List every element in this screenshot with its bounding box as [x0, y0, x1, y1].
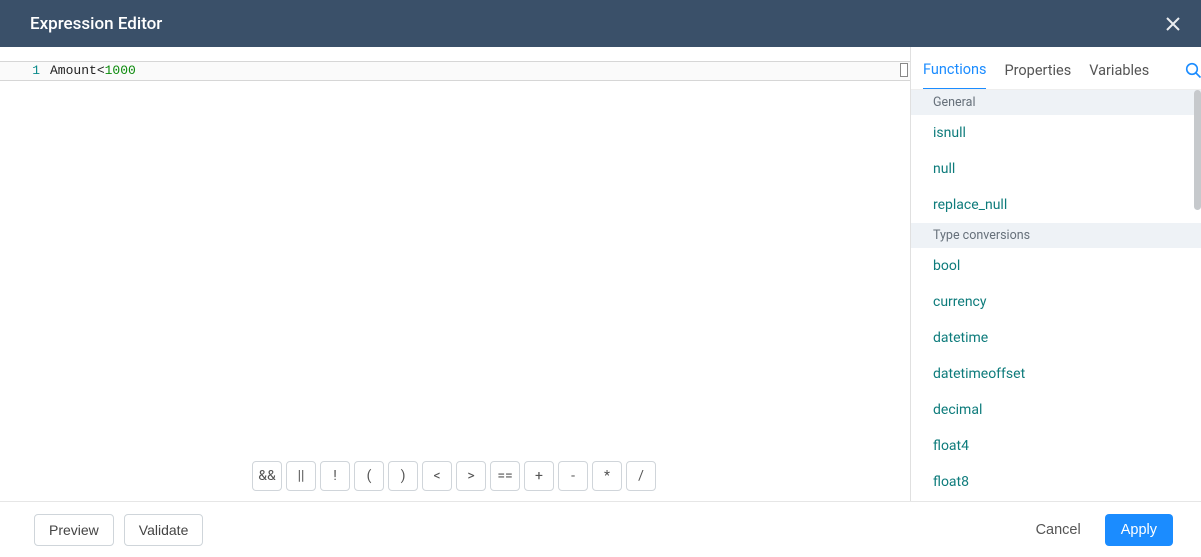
fn-item-float4[interactable]: float4 — [911, 428, 1201, 464]
code-line[interactable]: Amount<1000 — [50, 62, 910, 80]
fn-item-datetimeoffset[interactable]: datetimeoffset — [911, 356, 1201, 392]
op-minus-button[interactable]: - — [558, 461, 588, 491]
tab-variables[interactable]: Variables — [1089, 62, 1149, 89]
code-editor[interactable]: 1 Amount<1000 — [0, 47, 910, 451]
tab-properties[interactable]: Properties — [1004, 62, 1071, 89]
close-icon[interactable] — [1165, 16, 1181, 32]
tabs: Functions Properties Variables — [911, 47, 1201, 89]
apply-button[interactable]: Apply — [1105, 514, 1173, 546]
group-header: General — [911, 90, 1201, 115]
operator-toolbar: && || ! ( ) < > == + - * / — [0, 451, 910, 501]
cancel-button[interactable]: Cancel — [1022, 515, 1095, 545]
op-rparen-button[interactable]: ) — [388, 461, 418, 491]
fn-item-currency[interactable]: currency — [911, 284, 1201, 320]
editor-pane: 1 Amount<1000 && || ! ( ) < > == + - * / — [0, 47, 911, 501]
scrollbar-thumb[interactable] — [1194, 90, 1201, 210]
fn-item-bool[interactable]: bool — [911, 248, 1201, 284]
fn-item-float8[interactable]: float8 — [911, 464, 1201, 500]
op-eq-button[interactable]: == — [490, 461, 520, 491]
validate-button[interactable]: Validate — [124, 514, 204, 546]
op-and-button[interactable]: && — [252, 461, 282, 491]
footer: Preview Validate Cancel Apply — [0, 501, 1201, 557]
op-plus-button[interactable]: + — [524, 461, 554, 491]
titlebar: Expression Editor — [0, 0, 1201, 47]
code-operator: < — [97, 63, 105, 78]
op-gt-button[interactable]: > — [456, 461, 486, 491]
op-lt-button[interactable]: < — [422, 461, 452, 491]
reference-pane: Functions Properties Variables General i… — [911, 47, 1201, 501]
op-div-button[interactable]: / — [626, 461, 656, 491]
group-header: Type conversions — [911, 223, 1201, 248]
dialog-title: Expression Editor — [30, 14, 162, 34]
fn-item-decimal[interactable]: decimal — [911, 392, 1201, 428]
fn-item-datetime[interactable]: datetime — [911, 320, 1201, 356]
code-number: 1000 — [105, 63, 136, 78]
code-identifier: Amount — [50, 63, 97, 78]
op-not-button[interactable]: ! — [320, 461, 350, 491]
preview-button[interactable]: Preview — [34, 514, 114, 546]
function-list[interactable]: General isnull null replace_null Type co… — [911, 89, 1201, 501]
fn-item-replace-null[interactable]: replace_null — [911, 187, 1201, 223]
op-or-button[interactable]: || — [286, 461, 316, 491]
op-lparen-button[interactable]: ( — [354, 461, 384, 491]
tab-functions[interactable]: Functions — [923, 61, 986, 90]
fn-item-null[interactable]: null — [911, 151, 1201, 187]
fn-item-isnull[interactable]: isnull — [911, 115, 1201, 151]
body: 1 Amount<1000 && || ! ( ) < > == + - * / — [0, 47, 1201, 501]
minimap-marker — [900, 63, 908, 77]
line-number: 1 — [0, 62, 50, 80]
op-mul-button[interactable]: * — [592, 461, 622, 491]
search-icon[interactable] — [1185, 62, 1201, 89]
